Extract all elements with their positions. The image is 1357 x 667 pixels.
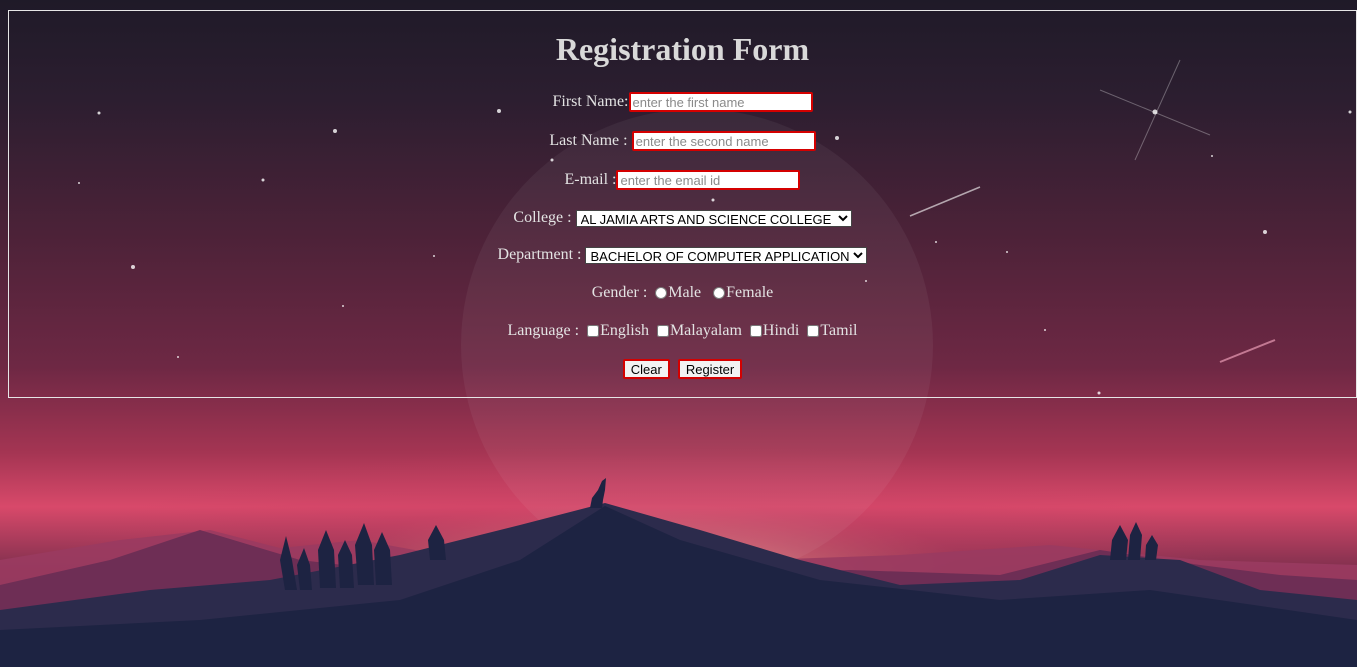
- page-title: Registration Form: [555, 31, 810, 67]
- gender-female-label: Female: [726, 284, 774, 301]
- button-row: Clear Register: [9, 357, 1356, 381]
- gender-female-radio[interactable]: [713, 287, 726, 300]
- language-tamil-checkbox[interactable]: [807, 325, 820, 338]
- language-english-label: English: [600, 322, 649, 339]
- language-malayalam-checkbox[interactable]: [656, 325, 669, 338]
- department-row: Department : BACHELOR OF COMPUTER APPLIC…: [9, 243, 1356, 267]
- last-name-row: Last Name :: [9, 129, 1356, 153]
- register-button[interactable]: Register: [677, 359, 743, 380]
- language-label: Language :: [507, 322, 580, 339]
- clear-button[interactable]: Clear: [622, 359, 670, 380]
- language-hindi-checkbox[interactable]: [749, 325, 762, 338]
- first-name-row: First Name:: [9, 90, 1356, 114]
- first-name-label: First Name:: [552, 93, 629, 110]
- language-english-checkbox[interactable]: [587, 325, 600, 338]
- language-malayalam-label: Malayalam: [669, 322, 742, 339]
- gender-male-radio[interactable]: [655, 287, 668, 300]
- first-name-input[interactable]: [628, 92, 813, 113]
- email-input[interactable]: [616, 170, 801, 191]
- language-row: Language : English Malayalam Hindi Tamil: [9, 319, 1356, 343]
- language-tamil-label: Tamil: [820, 322, 858, 339]
- college-row: College : AL JAMIA ARTS AND SCIENCE COLL…: [9, 206, 1356, 230]
- college-select[interactable]: AL JAMIA ARTS AND SCIENCE COLLEGE: [575, 209, 852, 227]
- email-row: E-mail :: [9, 168, 1356, 192]
- email-label: E-mail :: [564, 171, 617, 188]
- language-hindi-label: Hindi: [762, 322, 800, 339]
- college-label: College :: [513, 209, 572, 226]
- gender-row: Gender : Male Female: [9, 281, 1356, 305]
- registration-form: Registration Form First Name: Last Name …: [8, 10, 1357, 398]
- gender-label: Gender :: [591, 284, 648, 301]
- last-name-input[interactable]: [631, 131, 816, 152]
- department-select[interactable]: BACHELOR OF COMPUTER APPLICATION: [585, 246, 868, 264]
- department-label: Department :: [497, 246, 582, 263]
- gender-male-label: Male: [668, 284, 702, 301]
- last-name-label: Last Name :: [549, 132, 628, 149]
